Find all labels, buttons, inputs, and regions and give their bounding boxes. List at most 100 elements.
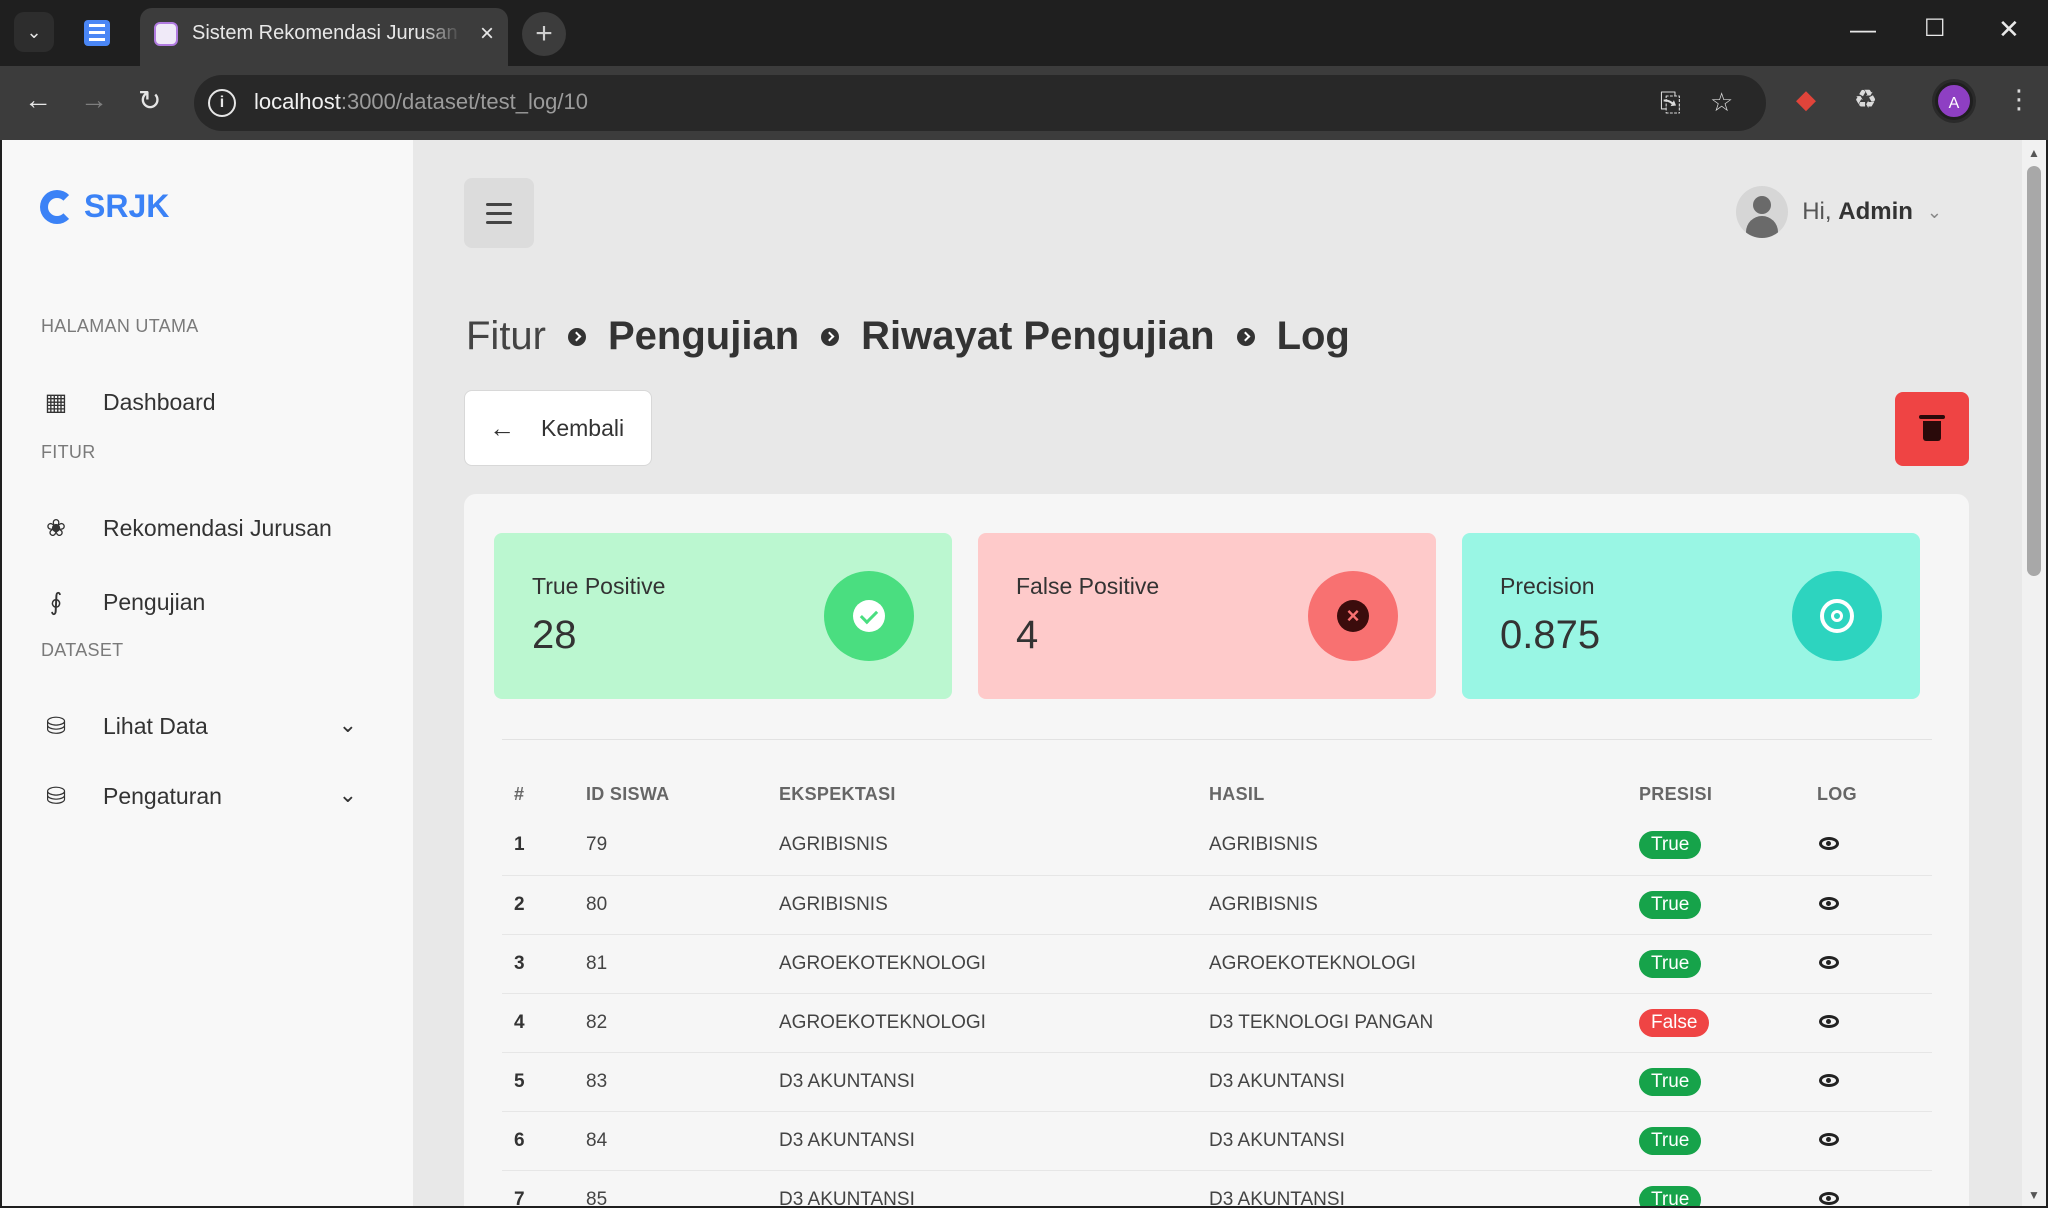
cell-id-siswa: 81	[586, 934, 779, 994]
close-window-icon[interactable]: ✕	[1998, 14, 2020, 45]
results-card: True Positive 28 False Positive 4 × Prec…	[464, 494, 1969, 1206]
sidebar-item-label: Pengaturan	[103, 782, 222, 809]
sidebar-item-pengujian[interactable]: ∮ Pengujian	[41, 580, 371, 624]
status-badge: True	[1639, 1185, 1702, 1206]
cell-presisi: True	[1639, 1170, 1817, 1206]
atom-icon: ❀	[45, 514, 67, 542]
active-tab[interactable]: Sistem Rekomendasi Jurusan Kuliah ×	[140, 8, 508, 66]
new-tab-button[interactable]: +	[522, 12, 566, 56]
sidebar-item-rekomendasi-jurusan[interactable]: ❀ Rekomendasi Jurusan	[41, 506, 371, 550]
eye-icon[interactable]	[1819, 896, 1839, 910]
row-number: 6	[502, 1111, 586, 1171]
stat-card-false-positive: False Positive 4 ×	[978, 533, 1436, 699]
stat-icon-circle	[1792, 571, 1882, 661]
breadcrumb-item: Pengujian	[608, 314, 800, 358]
cell-ekspektasi: AGRIBISNIS	[779, 816, 1209, 876]
table-body: 1 79 AGRIBISNIS AGRIBISNIS True 2 80 AGRIBISNIS…	[502, 816, 1932, 1206]
docs-tab-icon[interactable]	[84, 20, 110, 46]
table-row: 5 83 D3 AKUNTANSI D3 AKUNTANSI True	[502, 1052, 1932, 1112]
section-dataset: DATASET	[41, 640, 124, 660]
eye-icon[interactable]	[1819, 1014, 1839, 1028]
scroll-up-icon[interactable]: ▲	[2028, 146, 2040, 160]
grid-icon: ▦	[44, 388, 68, 416]
cell-hasil: AGRIBISNIS	[1209, 875, 1639, 935]
cell-ekspektasi: AGROEKOTEKNOLOGI	[779, 934, 1209, 994]
menu-toggle-button[interactable]	[464, 178, 534, 248]
close-tab-icon[interactable]: ×	[480, 20, 494, 48]
address-bar[interactable]: i localhost:3000/dataset/test_log/10 ⎘ ☆	[194, 75, 1766, 131]
scrollbar-thumb[interactable]	[2027, 166, 2041, 576]
sidebar-item-label: Dashboard	[103, 388, 216, 415]
table-row: 7 85 D3 AKUNTANSI D3 AKUNTANSI True	[502, 1170, 1932, 1206]
column-header-ekspektasi: EKSPEKTASI	[779, 783, 896, 804]
sidebar-item-pengaturan[interactable]: ⛁ Pengaturan ⌄	[41, 774, 371, 818]
cell-hasil: AGROEKOTEKNOLOGI	[1209, 934, 1639, 994]
browser-menu-icon[interactable]: ⋮	[2006, 84, 2032, 115]
forward-arrow-icon[interactable]: →	[80, 84, 108, 116]
nodes-icon: ∮	[49, 588, 63, 616]
url-text[interactable]: localhost:3000/dataset/test_log/10	[254, 89, 588, 115]
page-scrollbar[interactable]: ▲ ▼	[2022, 140, 2046, 1206]
cell-presisi: False	[1639, 993, 1817, 1053]
status-badge: False	[1639, 1008, 1710, 1037]
page-title: Log	[1276, 314, 1350, 358]
logo-icon	[40, 189, 74, 224]
column-header-log: LOG	[1817, 783, 1857, 804]
tab-favicon-icon	[154, 22, 178, 46]
scroll-down-icon[interactable]: ▼	[2028, 1188, 2040, 1202]
eye-icon[interactable]	[1819, 837, 1839, 851]
cell-presisi: True	[1639, 934, 1817, 994]
eye-icon[interactable]	[1819, 1132, 1839, 1146]
avatar	[1736, 186, 1789, 238]
extensions-puzzle-icon[interactable]: ♻	[1854, 84, 1877, 115]
stat-value: 28	[532, 613, 577, 657]
cell-hasil: AGRIBISNIS	[1209, 816, 1639, 876]
maximize-icon[interactable]: ☐	[1924, 14, 1946, 43]
back-button-label: Kembali	[541, 414, 625, 441]
status-badge: True	[1639, 1126, 1702, 1155]
tab-list-chevron-icon[interactable]: ⌄	[14, 12, 54, 52]
back-arrow-icon[interactable]: ←	[24, 84, 52, 116]
chevron-down-icon[interactable]: ⌄	[339, 712, 357, 738]
bookmark-star-icon[interactable]: ☆	[1710, 87, 1733, 118]
log-table: # ID SISWA EKSPEKTASI HASIL PRESISI LOG …	[502, 772, 1932, 1206]
install-app-icon[interactable]: ⎘	[1660, 87, 1681, 119]
column-header-hasil: HASIL	[1209, 783, 1265, 804]
cell-id-siswa: 83	[586, 1052, 779, 1112]
cell-log	[1817, 1052, 1932, 1112]
stat-label: False Positive	[1016, 573, 1160, 599]
profile-avatar[interactable]: A	[1935, 82, 1973, 120]
row-number: 3	[502, 934, 586, 994]
status-badge: True	[1639, 890, 1702, 919]
site-info-icon[interactable]: i	[208, 89, 236, 117]
table-row: 1 79 AGRIBISNIS AGRIBISNIS True	[502, 816, 1932, 876]
cell-id-siswa: 84	[586, 1111, 779, 1171]
back-button[interactable]: ← Kembali	[464, 390, 652, 466]
app-logo[interactable]: SRJK	[40, 188, 169, 225]
cell-ekspektasi: D3 AKUNTANSI	[779, 1170, 1209, 1206]
status-badge: True	[1639, 831, 1702, 860]
sidebar-item-label: Lihat Data	[103, 712, 208, 739]
sidebar-item-lihat-data[interactable]: ⛁ Lihat Data ⌄	[41, 704, 371, 748]
eye-icon[interactable]	[1819, 955, 1839, 969]
stat-card-precision: Precision 0.875	[1462, 533, 1920, 699]
database-icon: ⛁	[45, 712, 67, 740]
extension-cap-icon[interactable]: ◆	[1796, 84, 1816, 115]
sidebar-item-dashboard[interactable]: ▦ Dashboard	[41, 380, 371, 424]
cell-presisi: True	[1639, 1111, 1817, 1171]
sidebar-item-label: Pengujian	[103, 588, 206, 615]
status-badge: True	[1639, 949, 1702, 978]
cell-hasil: D3 AKUNTANSI	[1209, 1170, 1639, 1206]
eye-icon[interactable]	[1819, 1191, 1839, 1205]
chevron-down-icon[interactable]: ⌄	[339, 782, 357, 808]
eye-icon[interactable]	[1819, 1073, 1839, 1087]
column-header-number: #	[514, 783, 525, 804]
delete-button[interactable]	[1895, 392, 1969, 466]
table-row: 4 82 AGROEKOTEKNOLOGI D3 TEKNOLOGI PANGAN Fa…	[502, 993, 1932, 1053]
cell-log	[1817, 993, 1932, 1053]
logo-text: SRJK	[84, 188, 170, 224]
user-menu[interactable]: Hi, Admin ⌄	[1736, 186, 1942, 238]
table-row: 2 80 AGRIBISNIS AGRIBISNIS True	[502, 875, 1932, 935]
reload-icon[interactable]: ↻	[138, 84, 161, 117]
minimize-icon[interactable]: —	[1850, 14, 1876, 45]
